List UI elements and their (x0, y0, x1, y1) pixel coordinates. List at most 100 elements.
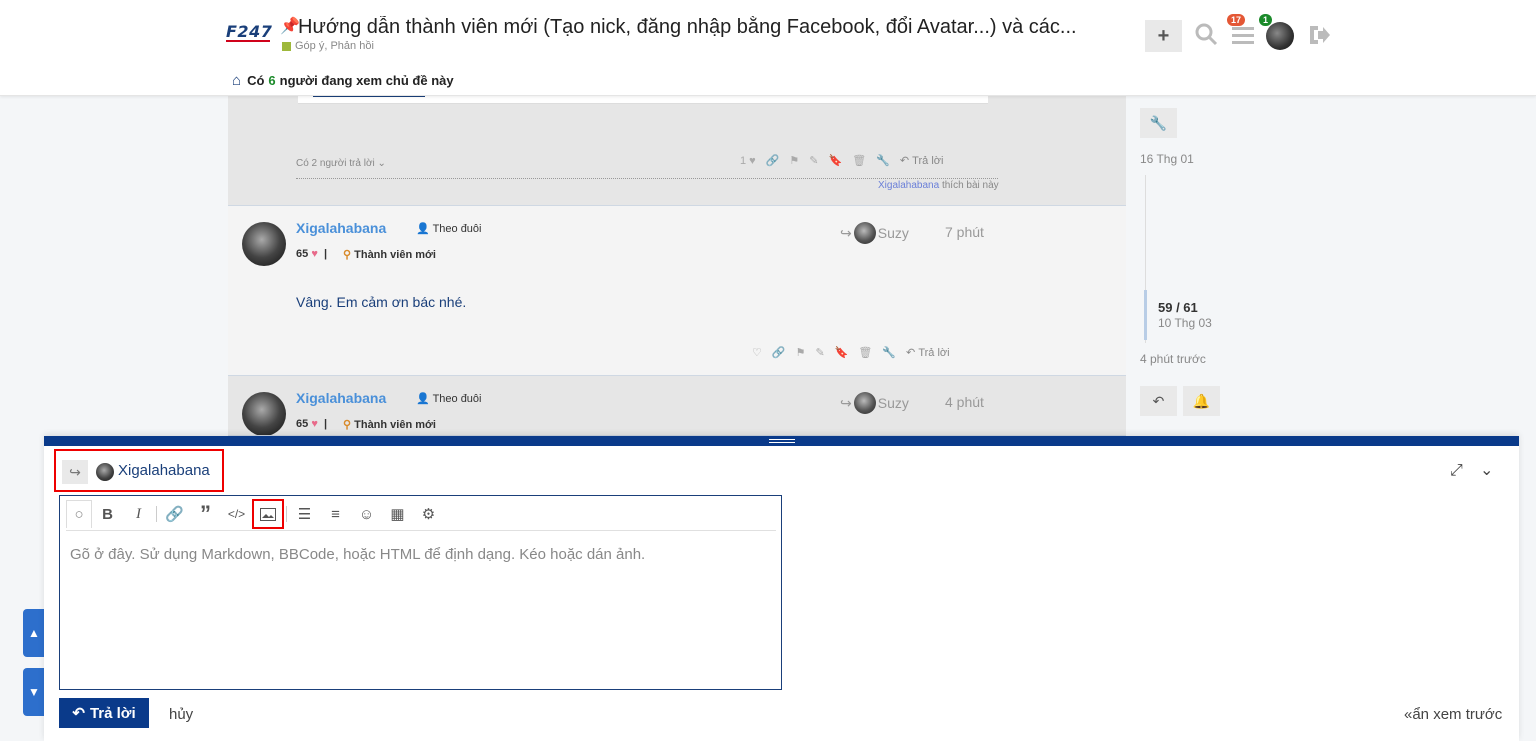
grip-icon[interactable] (769, 439, 795, 443)
editor: ○ B I 🔗 ” </> ☰ ≡ ☺ ▦ ⚙ Gõ ở đây. Sử dụn… (59, 495, 782, 690)
reply-to-highlight: ↪ Xigalahabana (54, 449, 224, 492)
user-rank: ⚲ Thành viên mới (343, 249, 436, 261)
divider (296, 178, 998, 179)
category-color-badge (282, 42, 291, 51)
user-avatar[interactable] (1266, 22, 1294, 50)
post-username[interactable]: Xigalahabana (296, 390, 386, 406)
admin-wrench-icon[interactable]: 🔧 (882, 346, 896, 359)
scroll-down-button[interactable]: ▼ (23, 668, 45, 716)
timeline-position: 59 / 61 (1158, 300, 1198, 315)
notifications-bell-button[interactable]: 🔔 (1183, 386, 1220, 416)
topic-title[interactable]: Hướng dẫn thành viên mới (Tạo nick, đăng… (298, 16, 1124, 39)
post-body: Vâng. Em cảm ơn bác nhé. (296, 294, 467, 310)
avatar (853, 392, 876, 414)
quote-box (298, 96, 988, 104)
flag-icon[interactable]: ⚑ (796, 346, 806, 359)
chevron-down-icon[interactable]: ⌄ (1480, 460, 1493, 480)
post: Xigalahabana 👤 Theo đuôi 65 ♥ | ⚲ Thành … (228, 206, 1126, 376)
reply-topic-button[interactable]: ↶ (1140, 386, 1177, 416)
quote-icon[interactable]: ” (190, 500, 221, 528)
reply-to-indicator[interactable]: ↪ Suzy (840, 222, 909, 244)
link-icon[interactable]: 🔗 (766, 154, 780, 167)
reply-action-button[interactable]: ↪ (62, 460, 88, 484)
reply-composer: ↪ Xigalahabana ⤢ ⌄ ○ B I 🔗 ” </> ☰ ≡ ☺ ▦… (44, 436, 1519, 741)
post-actions: 1 ♥ 🔗 ⚑ ✎ 🔖 🗑 🔧 ↶ Trả lời (740, 154, 944, 168)
topic-admin-button[interactable]: 🔧 (1140, 108, 1177, 138)
emoji-icon[interactable]: ☺ (351, 500, 382, 528)
scroll-up-button[interactable]: ▲ (23, 609, 45, 657)
previous-post: Có 2 người trả lời ⌄ 1 ♥ 🔗 ⚑ ✎ 🔖 🗑 🔧 ↶ T… (228, 96, 1126, 206)
like-button[interactable]: 1 ♥ (740, 155, 756, 167)
avatar (96, 463, 114, 481)
user-likes: 65 ♥ | (296, 248, 328, 260)
post-username[interactable]: Xigalahabana (296, 220, 386, 236)
toolbar-divider (66, 530, 776, 531)
pin-icon: 📌 (280, 18, 300, 35)
post: Xigalahabana 👤 Theo đuôi 65 ♥ | ⚲ Thành … (228, 376, 1126, 436)
posts-stream: Có 2 người trả lời ⌄ 1 ♥ 🔗 ⚑ ✎ 🔖 🗑 🔧 ↶ T… (228, 96, 1126, 436)
hide-preview-toggle[interactable]: «ẩn xem trước (1404, 706, 1502, 723)
reply-to-indicator[interactable]: ↪ Suzy (840, 392, 909, 414)
like-icon[interactable]: ♡ (752, 346, 762, 359)
bookmark-icon[interactable]: 🔖 (835, 346, 849, 359)
editor-input[interactable]: Gõ ở đây. Sử dụng Markdown, BBCode, hoặc… (70, 546, 645, 563)
site-logo[interactable]: F247 (226, 22, 272, 41)
post-date[interactable]: 4 phút (945, 394, 984, 410)
edit-icon[interactable]: ✎ (809, 154, 818, 167)
reply-button[interactable]: ↶ Trả lời (906, 346, 950, 359)
hamburger-icon[interactable] (1232, 24, 1254, 52)
submit-reply-button[interactable]: ↶ Trả lời (59, 698, 149, 728)
follow-button[interactable]: 👤 Theo đuôi (416, 222, 482, 235)
home-icon[interactable]: ⌂ (232, 72, 241, 89)
avatar[interactable] (242, 392, 286, 435)
notification-badge: 17 (1227, 14, 1246, 26)
user-rank: ⚲ Thành viên mới (343, 419, 436, 431)
editor-toolbar: ○ B I 🔗 ” </> ☰ ≡ ☺ ▦ ⚙ (60, 496, 781, 532)
follow-button[interactable]: 👤 Theo đuôi (416, 392, 482, 405)
timeline-handle[interactable] (1144, 290, 1147, 340)
bullet-list-icon[interactable]: ☰ (289, 500, 320, 528)
code-icon[interactable]: </> (221, 500, 252, 528)
liked-by-text: Xigalahabana thích bài này (878, 180, 999, 191)
image-upload-icon[interactable] (252, 499, 284, 529)
search-icon[interactable] (1194, 22, 1218, 52)
timeline-end-date[interactable]: 4 phút trước (1140, 352, 1206, 366)
delete-icon[interactable]: 🗑 (852, 154, 866, 167)
reply-icon: ↶ (72, 705, 85, 722)
flag-icon[interactable]: ⚑ (789, 154, 799, 167)
gear-icon[interactable]: ⚙ (413, 500, 444, 528)
viewers-indicator: ⌂ Có 6 người đang xem chủ đề này (232, 72, 454, 89)
numbered-list-icon[interactable]: ≡ (320, 500, 351, 528)
message-badge: 1 (1259, 14, 1273, 26)
user-likes: 65 ♥ | (296, 418, 328, 430)
reply-to-username[interactable]: Xigalahabana (118, 462, 210, 479)
toolbar-separator (286, 506, 287, 522)
logo-underline (226, 40, 270, 42)
link-icon[interactable]: 🔗 (772, 346, 786, 359)
avatar (853, 222, 876, 244)
composer-resize-bar[interactable] (44, 436, 1519, 446)
admin-wrench-icon[interactable]: 🔧 (876, 154, 890, 167)
category-link[interactable]: Góp ý, Phản hồi (295, 40, 374, 52)
avatar[interactable] (242, 222, 286, 266)
logout-icon[interactable] (1306, 24, 1330, 52)
new-topic-button[interactable]: + (1145, 20, 1182, 52)
speech-bubble-icon[interactable]: ○ (66, 500, 92, 528)
link-icon[interactable]: 🔗 (159, 500, 190, 528)
quote-underline (313, 96, 425, 97)
italic-icon[interactable]: I (123, 500, 154, 528)
cancel-button[interactable]: hủy (169, 706, 193, 723)
fullscreen-icon[interactable]: ⤢ (1450, 462, 1463, 480)
site-header: F247 📌 Hướng dẫn thành viên mới (Tạo nic… (0, 0, 1536, 96)
timeline-start-date[interactable]: 16 Thg 01 (1140, 152, 1194, 166)
bookmark-icon[interactable]: 🔖 (829, 154, 843, 167)
post-date[interactable]: 7 phút (945, 224, 984, 240)
bold-icon[interactable]: B (92, 500, 123, 528)
toolbar-separator (156, 506, 157, 522)
delete-icon[interactable]: 🗑 (858, 346, 872, 359)
edit-icon[interactable]: ✎ (815, 346, 824, 359)
replies-toggle[interactable]: Có 2 người trả lời ⌄ (296, 158, 386, 169)
calendar-icon[interactable]: ▦ (382, 500, 413, 528)
reply-button[interactable]: ↶ Trả lời (900, 154, 944, 167)
post-actions: ♡ 🔗 ⚑ ✎ 🔖 🗑 🔧 ↶ Trả lời (752, 346, 950, 359)
